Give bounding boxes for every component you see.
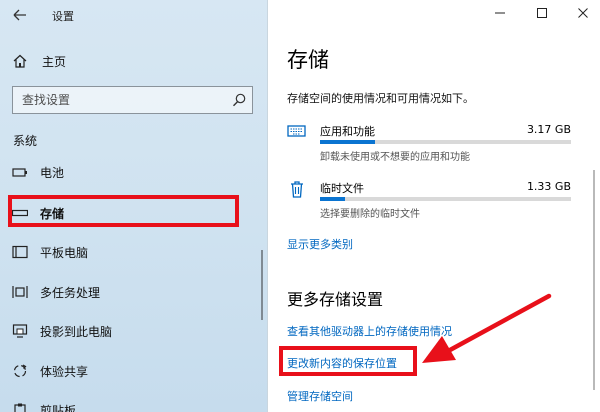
close-icon[interactable]	[571, 4, 595, 22]
maximize-icon[interactable]	[530, 4, 554, 22]
main-scrollbar[interactable]	[593, 170, 595, 390]
storage-item-name: 应用和功能	[320, 125, 375, 138]
sidebar-item-multitasking[interactable]: 多任务处理	[0, 277, 267, 307]
sidebar-item-label: 电池	[40, 166, 65, 180]
window-title: 设置	[52, 10, 74, 23]
project-icon	[12, 324, 28, 338]
pane-divider	[267, 0, 268, 412]
shared-experience-icon	[13, 364, 27, 378]
sidebar-item-label: 多任务处理	[40, 286, 101, 300]
sidebar-item-project[interactable]: 投影到此电脑	[0, 316, 267, 346]
clipboard-icon	[14, 403, 26, 412]
search-icon[interactable]	[231, 92, 247, 108]
more-storage-settings-heading: 更多存储设置	[287, 290, 384, 309]
sidebar-item-clipboard[interactable]: 剪贴板	[0, 395, 267, 412]
storage-item-size: 3.17 GB	[526, 123, 571, 136]
sidebar-item-label: 平板电脑	[40, 246, 89, 260]
storage-usage-fill	[320, 197, 346, 201]
sidebar-item-label: 体验共享	[40, 365, 89, 379]
storage-item-subtitle: 卸载未使用或不想要的应用和功能	[320, 152, 470, 163]
back-arrow-icon[interactable]	[10, 6, 32, 24]
storage-item-apps[interactable]: 应用和功能 3.17 GB 卸载未使用或不想要的应用和功能	[287, 122, 573, 164]
storage-item-temp-files[interactable]: 临时文件 1.33 GB 选择要删除的临时文件	[287, 179, 573, 221]
sidebar-item-battery[interactable]: 电池	[0, 157, 267, 187]
multitasking-icon	[12, 286, 28, 298]
home-label: 主页	[42, 54, 67, 69]
search-input[interactable]	[13, 87, 223, 113]
manage-storage-spaces-link[interactable]: 管理存储空间	[287, 388, 353, 404]
show-more-categories-link[interactable]: 显示更多类别	[287, 236, 353, 252]
storage-item-name: 临时文件	[320, 182, 364, 195]
sidebar-item-label: 投影到此电脑	[40, 325, 113, 339]
sidebar-scrollbar[interactable]	[261, 250, 263, 320]
storage-item-subtitle: 选择要删除的临时文件	[320, 209, 420, 220]
tablet-icon	[12, 245, 28, 259]
minimize-icon[interactable]	[488, 4, 512, 22]
sidebar-item-tablet[interactable]: 平板电脑	[0, 237, 267, 267]
storage-usage-bar	[320, 140, 571, 144]
sidebar-item-home[interactable]: 主页	[12, 52, 66, 70]
battery-icon	[12, 168, 27, 177]
search-box[interactable]	[12, 86, 253, 114]
sidebar-item-shared-experience[interactable]: 体验共享	[0, 356, 267, 386]
annotation-highlight-storage	[8, 195, 239, 227]
section-label: 系统	[13, 134, 38, 148]
trash-icon	[291, 181, 303, 198]
annotation-arrow-icon	[422, 293, 552, 363]
storage-usage-fill	[320, 140, 376, 144]
storage-usage-bar	[320, 197, 571, 201]
page-title: 存储	[287, 48, 329, 72]
storage-item-size: 1.33 GB	[526, 180, 571, 193]
sidebar-item-label: 剪贴板	[40, 404, 77, 412]
home-icon	[13, 54, 27, 68]
page-description: 存储空间的使用情况和可用情况如下。	[287, 92, 474, 105]
apps-icon	[287, 125, 306, 137]
annotation-highlight-save-location	[279, 346, 417, 376]
